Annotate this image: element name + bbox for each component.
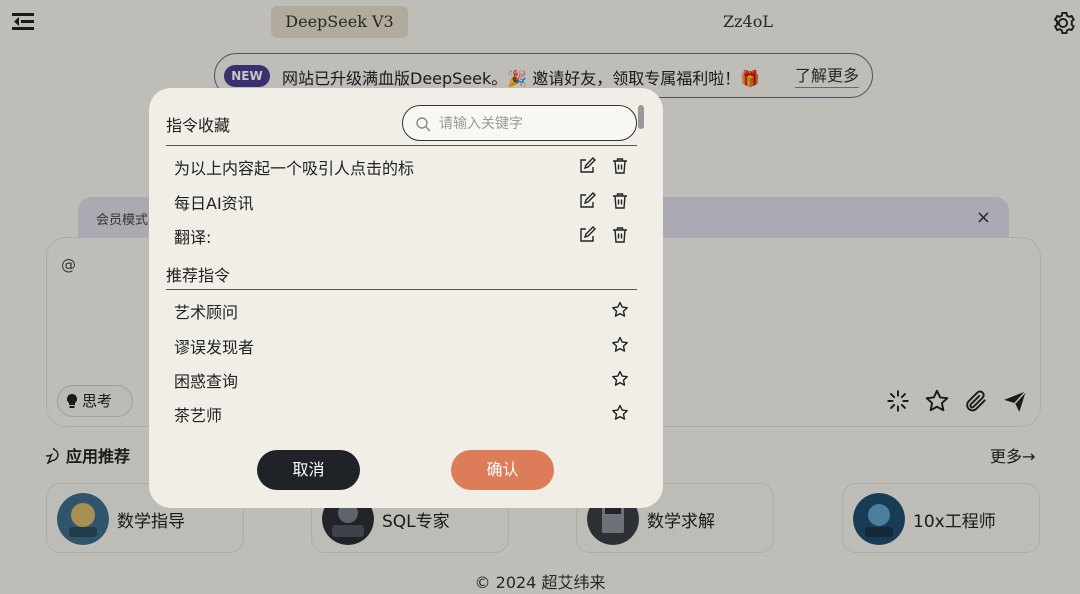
search-input[interactable] [439, 112, 629, 136]
recommended-command-label: 茶艺师 [174, 406, 223, 425]
recommended-command-label: 困惑查询 [174, 372, 239, 391]
recommended-command-label: 艺术顾问 [174, 303, 239, 322]
divider [166, 289, 637, 290]
trash-icon[interactable] [611, 192, 629, 210]
recommended-command-row[interactable]: 艺术顾问 [174, 293, 637, 327]
cancel-button[interactable]: 取消 [257, 450, 360, 490]
trash-icon[interactable] [611, 157, 629, 175]
recommended-command-row[interactable]: 谬误发现者 [174, 328, 637, 362]
recommended-section-title: 推荐指令 [166, 266, 231, 285]
recommended-command-row[interactable]: 困惑查询 [174, 362, 637, 396]
divider [166, 145, 637, 146]
recommended-command-row[interactable]: 茶艺师 [174, 396, 637, 430]
confirm-button[interactable]: 确认 [451, 450, 554, 490]
search-icon [416, 117, 431, 132]
dialog-title: 指令收藏 [166, 116, 231, 135]
edit-icon[interactable] [578, 226, 596, 244]
star-icon[interactable] [611, 370, 629, 388]
saved-command-label: 为以上内容起一个吸引人点击的标 [174, 159, 415, 178]
saved-command-row[interactable]: 为以上内容起一个吸引人点击的标 [174, 149, 637, 183]
edit-icon[interactable] [578, 157, 596, 175]
star-icon[interactable] [611, 301, 629, 319]
saved-command-row[interactable]: 翻译: [174, 218, 637, 252]
saved-command-label: 翻译: [174, 228, 212, 247]
trash-icon[interactable] [611, 226, 629, 244]
scrollbar-thumb[interactable] [638, 105, 644, 129]
star-icon[interactable] [611, 336, 629, 354]
edit-icon[interactable] [578, 192, 596, 210]
command-favorites-dialog: 指令收藏 为以上内容起一个吸引人点击的标 每日AI资讯 翻译: 推荐指令 艺术顾… [149, 88, 663, 508]
recommended-command-label: 谬误发现者 [174, 338, 255, 357]
star-icon[interactable] [611, 404, 629, 422]
saved-command-label: 每日AI资讯 [174, 194, 254, 213]
search-box [402, 105, 637, 141]
saved-command-row[interactable]: 每日AI资讯 [174, 184, 637, 218]
